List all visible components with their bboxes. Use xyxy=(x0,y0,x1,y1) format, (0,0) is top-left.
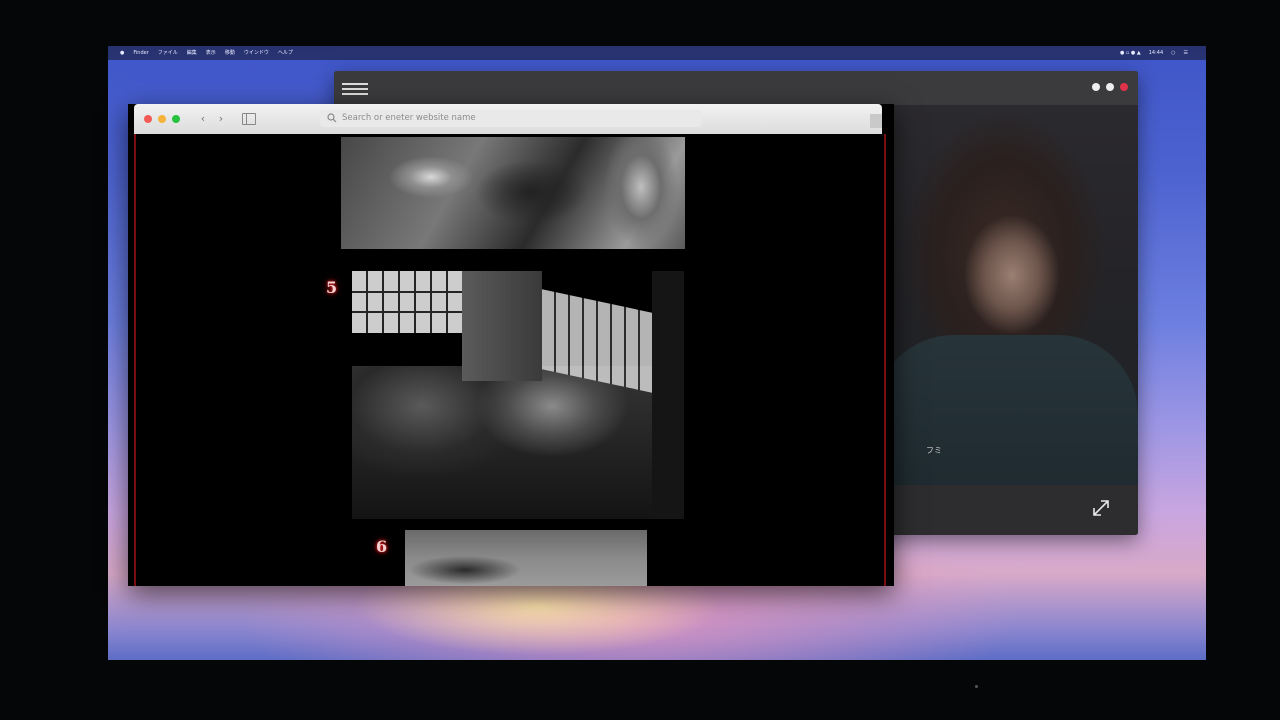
apple-icon[interactable]: ● xyxy=(120,46,124,60)
video-frame[interactable]: フミ xyxy=(874,105,1138,485)
video-window-titlebar[interactable] xyxy=(334,71,1138,105)
photo-number-5: 5 xyxy=(326,278,338,297)
photo-floor-mat[interactable] xyxy=(405,530,647,586)
menubar-clock[interactable]: 14:44 xyxy=(1149,46,1163,60)
browser-window: ‹ › Search or eneter website name 5 6 xyxy=(128,104,894,586)
menu-go[interactable]: 移動 xyxy=(225,46,235,60)
hamburger-menu-icon[interactable] xyxy=(342,83,368,101)
traffic-lights xyxy=(144,115,180,123)
zoom-button[interactable] xyxy=(172,115,180,123)
menu-view[interactable]: 表示 xyxy=(206,46,216,60)
close-dot-icon[interactable] xyxy=(1120,83,1128,91)
back-icon[interactable]: ‹ xyxy=(196,112,210,126)
room-wall-right xyxy=(652,271,684,519)
sidebar-toggle-icon[interactable] xyxy=(242,113,256,125)
monitor-screen: ● Finder ファイル 編集 表示 移動 ウインドウ ヘルプ ● ▫ ● ▲… xyxy=(108,46,1206,660)
window-dot-icon[interactable] xyxy=(1092,83,1100,91)
room-wall xyxy=(462,271,542,381)
menu-help[interactable]: ヘルプ xyxy=(278,46,293,60)
menu-bar: ● Finder ファイル 編集 表示 移動 ウインドウ ヘルプ ● ▫ ● ▲… xyxy=(108,46,1206,60)
photo-number-6: 6 xyxy=(376,537,388,556)
menu-edit[interactable]: 編集 xyxy=(187,46,197,60)
expand-icon[interactable] xyxy=(1090,497,1112,519)
video-figure xyxy=(874,335,1138,485)
photo-bedding[interactable] xyxy=(341,137,685,249)
status-icons[interactable]: ● ▫ ● ▲ xyxy=(1120,46,1141,60)
close-button[interactable] xyxy=(144,115,152,123)
search-icon xyxy=(327,113,337,123)
video-subtitle: フミ xyxy=(926,446,942,455)
forward-icon[interactable]: › xyxy=(214,112,228,126)
photo-abandoned-room[interactable] xyxy=(352,271,684,519)
menu-file[interactable]: ファイル xyxy=(158,46,178,60)
window-controls xyxy=(1092,83,1128,91)
address-bar[interactable]: Search or eneter website name xyxy=(320,110,702,127)
tab-edge xyxy=(870,114,882,128)
power-indicator xyxy=(975,685,978,688)
control-center-icon[interactable]: ☰ xyxy=(1184,46,1188,60)
video-controls xyxy=(874,485,1138,535)
address-placeholder: Search or eneter website name xyxy=(342,113,476,123)
minimize-button[interactable] xyxy=(158,115,166,123)
search-icon[interactable]: ○ xyxy=(1171,46,1175,60)
web-page-content: 5 6 xyxy=(134,134,886,586)
room-window-left xyxy=(352,271,462,333)
menu-window[interactable]: ウインドウ xyxy=(244,46,269,60)
window-dot-icon[interactable] xyxy=(1106,83,1114,91)
menu-finder[interactable]: Finder xyxy=(133,46,148,60)
browser-toolbar: ‹ › Search or eneter website name xyxy=(134,104,882,134)
